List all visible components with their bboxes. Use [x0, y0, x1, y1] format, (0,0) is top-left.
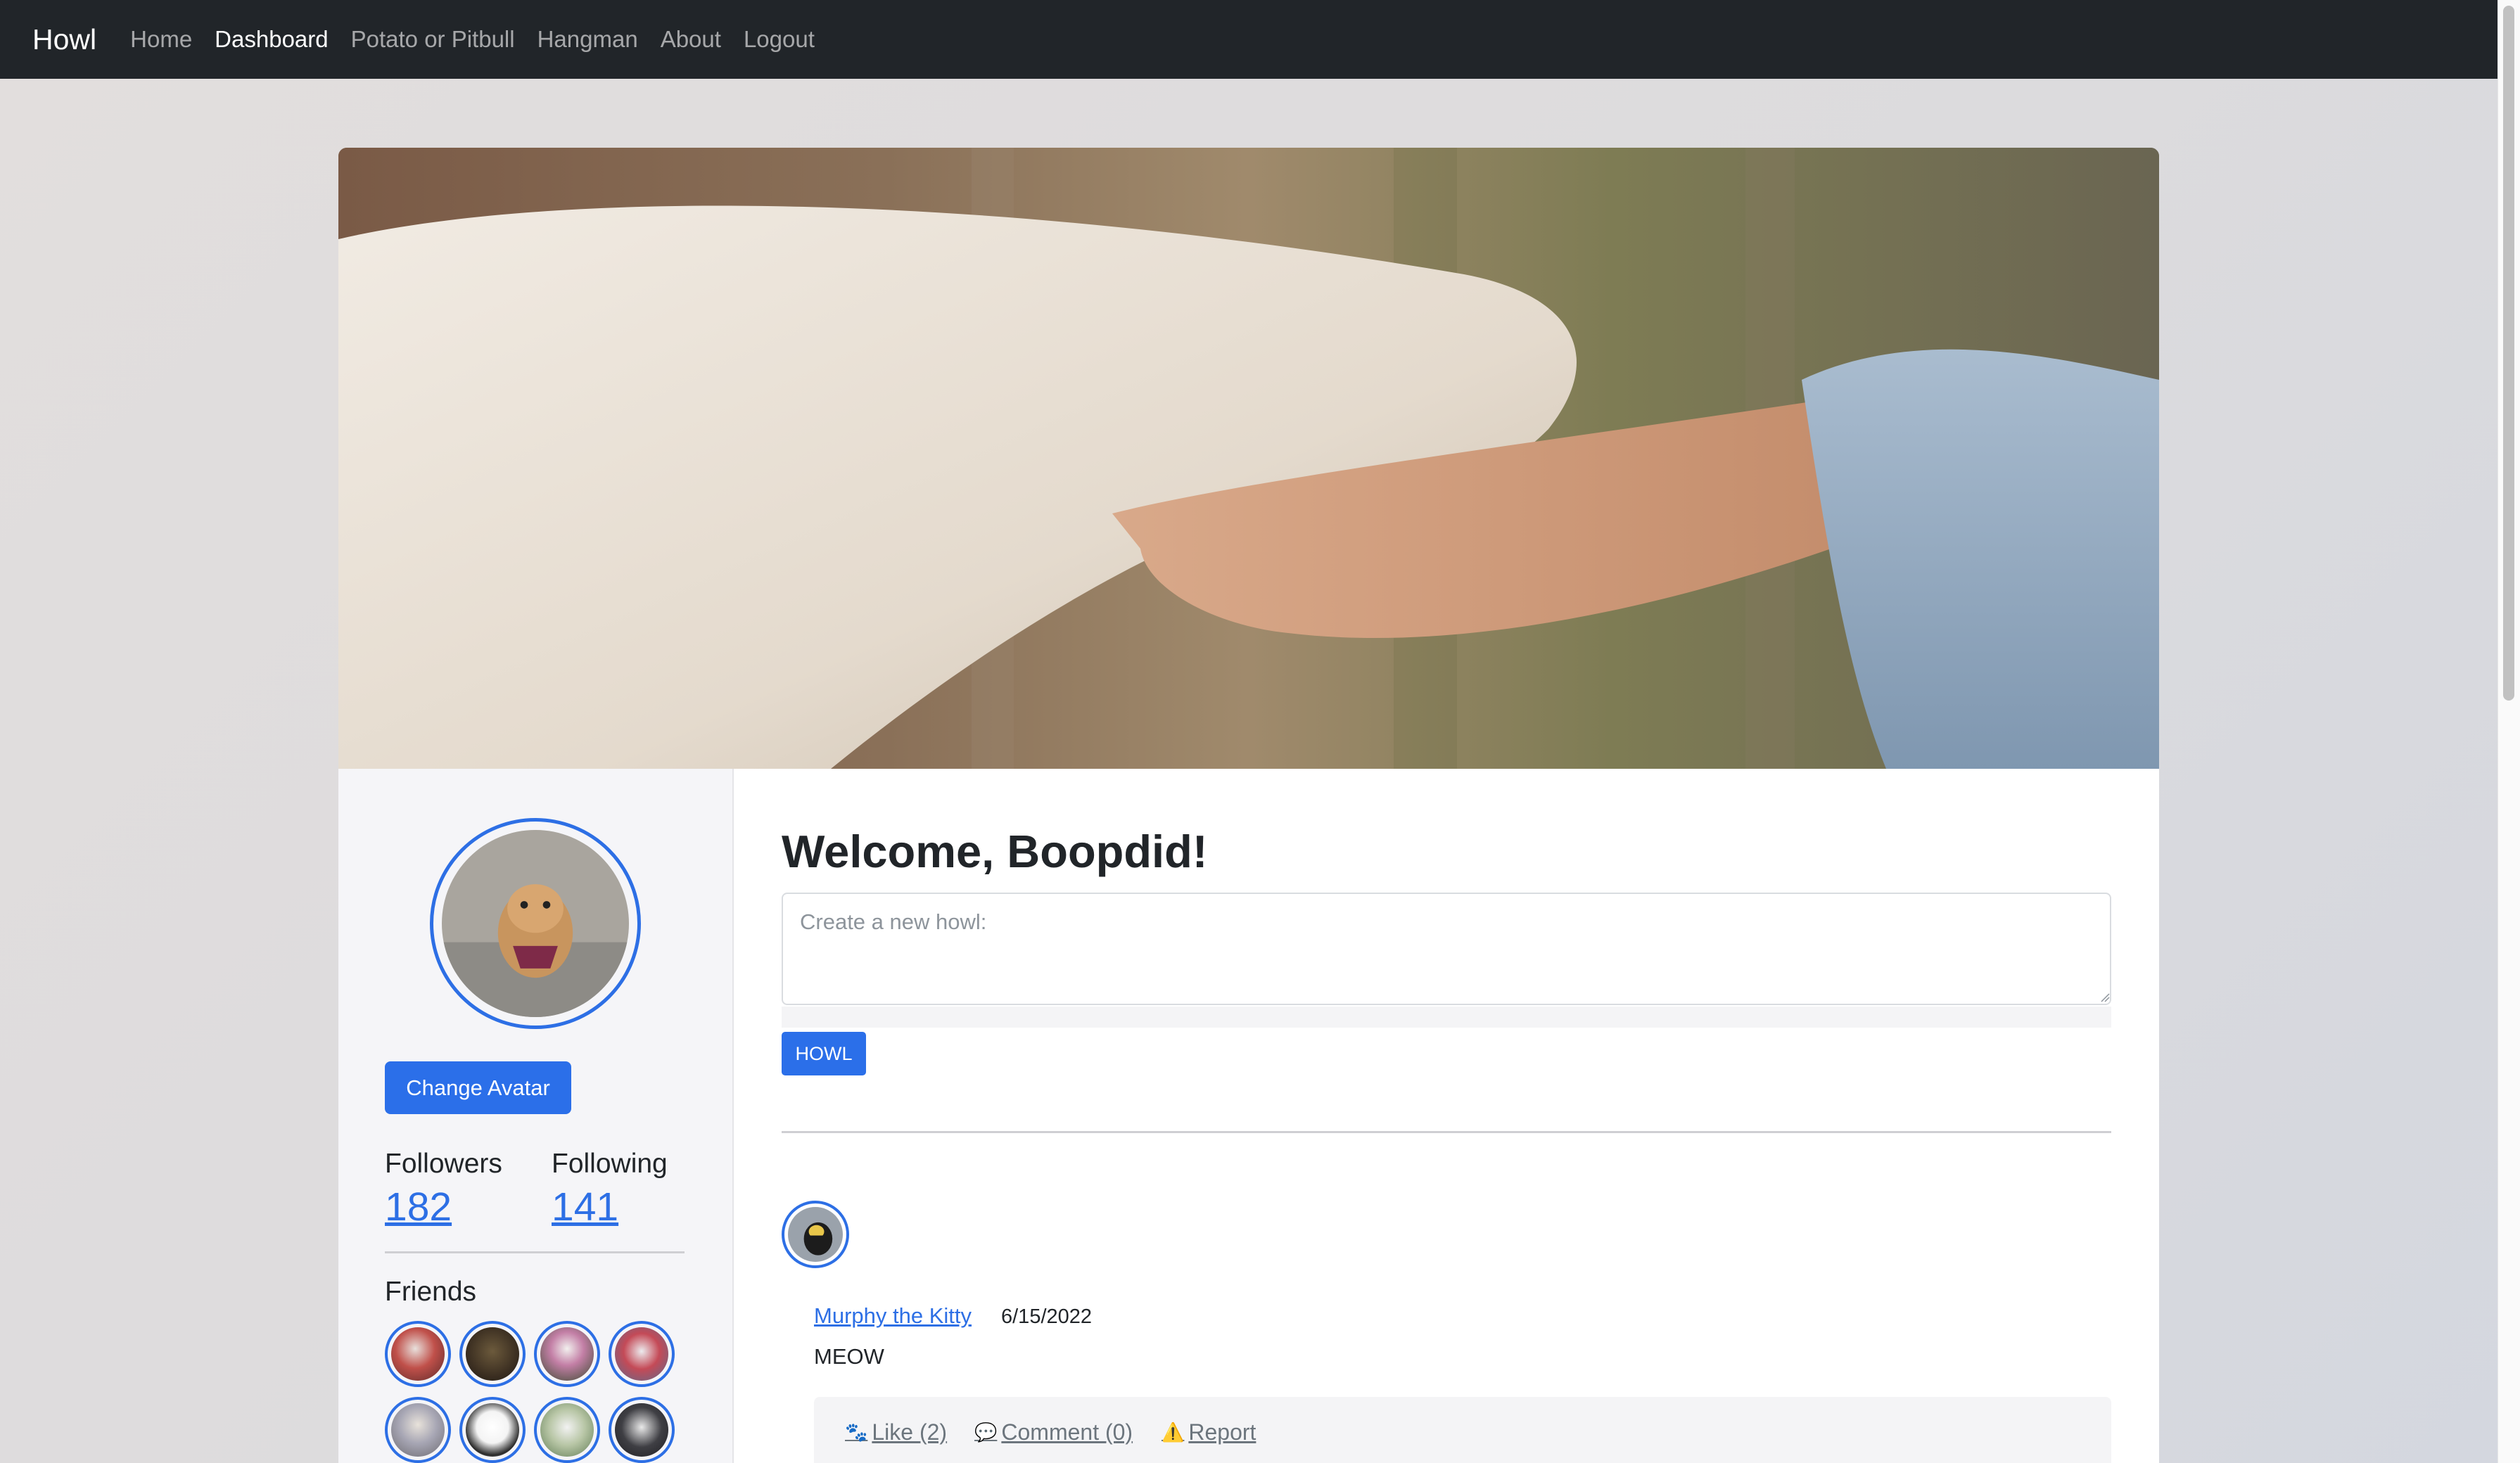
- change-avatar-button[interactable]: Change Avatar: [385, 1061, 571, 1114]
- nav-about[interactable]: About: [661, 26, 721, 53]
- brand-logo[interactable]: Howl: [32, 23, 96, 56]
- warning-icon: ⚠️: [1162, 1422, 1185, 1443]
- following-count-link[interactable]: 141: [552, 1184, 618, 1230]
- post-date: 6/15/2022: [1001, 1305, 1093, 1328]
- new-howl-textarea[interactable]: [782, 893, 2111, 1005]
- nav-logout[interactable]: Logout: [744, 26, 815, 53]
- friend-avatar[interactable]: [459, 1321, 526, 1387]
- dashboard-main: Welcome, Boopdid! HOWL Murphy the Kitty …: [734, 769, 2159, 1463]
- top-navbar: Howl Home Dashboard Potato or Pitbull Ha…: [0, 0, 2497, 79]
- report-link[interactable]: ⚠️ Report: [1162, 1419, 1256, 1445]
- dog-avatar-photo: [442, 830, 629, 1017]
- welcome-heading: Welcome, Boopdid!: [782, 826, 1208, 877]
- friend-avatar[interactable]: [609, 1397, 675, 1463]
- nav-home[interactable]: Home: [130, 26, 192, 53]
- report-label: Report: [1188, 1419, 1256, 1445]
- friends-title: Friends: [385, 1277, 477, 1307]
- post-body: MEOW: [814, 1344, 884, 1369]
- following-label: Following: [552, 1149, 668, 1179]
- comment-link[interactable]: 💬 Comment (0): [974, 1419, 1133, 1445]
- resize-grip-icon[interactable]: [2100, 992, 2110, 1002]
- hero-banner-image: [338, 148, 2159, 769]
- friend-avatar[interactable]: [534, 1321, 600, 1387]
- cat-avatar-photo: [788, 1207, 843, 1262]
- profile-sidebar: Change Avatar Followers 182 Following 14…: [338, 769, 734, 1463]
- paw-icon: 🐾: [845, 1422, 868, 1443]
- comment-label: Comment (0): [1001, 1419, 1133, 1445]
- like-link[interactable]: 🐾 Like (2): [845, 1419, 947, 1445]
- post-author-link[interactable]: Murphy the Kitty: [814, 1303, 972, 1329]
- friend-avatar[interactable]: [609, 1321, 675, 1387]
- post-actions-bar: 🐾 Like (2) 💬 Comment (0) ⚠️ Report: [814, 1397, 2111, 1463]
- friend-avatar[interactable]: [534, 1397, 600, 1463]
- speech-bubble-icon: 💬: [974, 1422, 998, 1443]
- like-label: Like (2): [872, 1419, 948, 1445]
- sidebar-divider: [385, 1251, 685, 1253]
- profile-avatar: [430, 818, 641, 1029]
- nav-potato-or-pitbull[interactable]: Potato or Pitbull: [351, 26, 515, 53]
- scrollbar-thumb[interactable]: [2503, 6, 2514, 701]
- followers-count-link[interactable]: 182: [385, 1184, 452, 1230]
- friend-avatar[interactable]: [385, 1397, 451, 1463]
- friend-avatar[interactable]: [459, 1397, 526, 1463]
- nav-dashboard[interactable]: Dashboard: [215, 26, 328, 53]
- nav-hangman[interactable]: Hangman: [537, 26, 638, 53]
- feed-divider: [782, 1131, 2111, 1133]
- howl-submit-button[interactable]: HOWL: [782, 1032, 866, 1075]
- dog-paw-in-hand-photo: [338, 148, 2159, 769]
- followers-label: Followers: [385, 1149, 502, 1179]
- friend-avatar[interactable]: [385, 1321, 451, 1387]
- post-author-avatar[interactable]: [782, 1201, 849, 1268]
- input-footer-bar: [782, 1007, 2111, 1028]
